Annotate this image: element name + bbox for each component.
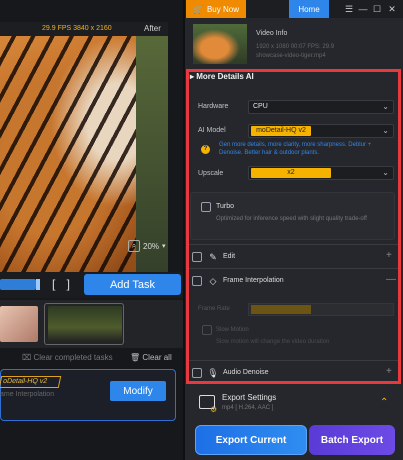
chevron-down-icon: ⌄ — [382, 168, 389, 177]
export-current-button[interactable]: Export Current — [195, 425, 307, 455]
fps-info: 29.9 FPS 3840 x 2160 — [42, 25, 112, 32]
turbo-description: Optimized for inference speed with sligh… — [216, 216, 367, 222]
hardware-label: Hardware — [198, 103, 229, 110]
expand-edit-icon[interactable]: + — [386, 250, 392, 261]
zoom-value: 20% — [143, 241, 160, 251]
zoom-control[interactable]: ⌕ 20% ▾ — [128, 240, 166, 252]
task-model-tag: oDetail-HQ v2 — [0, 376, 62, 388]
turbo-label: Turbo — [216, 203, 235, 210]
upscale-label: Upscale — [198, 170, 224, 177]
clear-all-button[interactable]: 🗑 Clear all — [130, 353, 172, 362]
frame-interpolation-checkbox[interactable] — [192, 276, 202, 286]
video-preview[interactable] — [0, 22, 168, 272]
edit-label: Edit — [223, 253, 236, 260]
playhead-handle[interactable] — [36, 279, 40, 290]
slow-motion-checkbox — [202, 325, 212, 335]
video-info-thumbnail — [193, 24, 247, 64]
collapse-frame-interpolation-icon[interactable]: — — [386, 274, 396, 285]
thumbnail-1[interactable] — [0, 306, 38, 342]
audio-denoise-checkbox[interactable] — [192, 368, 202, 378]
edit-checkbox[interactable] — [192, 252, 202, 262]
slow-motion-label: Slow Motion — [216, 327, 249, 333]
ai-model-select[interactable]: moDetail-HQ v2 ⌄ — [248, 124, 394, 138]
section-divider — [189, 244, 398, 245]
task-list-toolbar: ⌧ Clear completed tasks 🗑 Clear all — [0, 350, 183, 366]
frame-rate-select — [248, 303, 394, 316]
after-label: After — [144, 24, 161, 33]
batch-export-button[interactable]: Batch Export — [309, 425, 395, 455]
slow-motion-description: Slow motion will change the video durati… — [216, 339, 330, 345]
help-icon[interactable]: ? — [201, 145, 210, 154]
video-info-meta: 1920 x 1080 00:07 FPS: 29.9 — [256, 44, 335, 50]
zoom-icon[interactable]: ⌕ — [128, 240, 140, 252]
export-format: mp4 [ H.264, AAC ] — [222, 405, 274, 411]
task-subtitle: ame Interpolation — [0, 391, 55, 398]
modify-button[interactable]: Modify — [110, 381, 166, 401]
upscale-value: x2 — [251, 168, 331, 178]
export-settings-title[interactable]: Export Settings — [222, 393, 276, 402]
preview-info-bar: 29.9 FPS 3840 x 2160 After — [0, 22, 168, 36]
cart-icon: 🛒 — [193, 4, 203, 14]
video-info-file: showcase-video-tiger.mp4 — [256, 53, 326, 59]
audio-denoise-label: Audio Denoise — [223, 369, 269, 376]
preview-background — [136, 22, 168, 272]
chevron-down-icon: ⌄ — [382, 126, 389, 135]
more-details-header: ▸ More Details AI — [190, 72, 254, 81]
close-icon[interactable]: ✕ — [386, 3, 398, 15]
hardware-select[interactable]: CPU ⌄ — [248, 100, 394, 114]
chevron-down-icon: ⌄ — [382, 102, 389, 111]
section-divider — [189, 360, 398, 361]
section-divider — [189, 268, 398, 269]
ai-model-label: AI Model — [198, 127, 226, 134]
ai-model-hint: Gen more details, more clarity, more sha… — [219, 142, 372, 156]
menu-icon[interactable]: ☰ — [343, 3, 355, 15]
thumbnail-2[interactable] — [48, 306, 122, 342]
edit-icon: ✎ — [209, 252, 217, 262]
frame-interpolation-icon: ◇ — [209, 276, 217, 286]
gear-icon: ⚙ — [210, 405, 218, 414]
minimize-icon[interactable]: — — [357, 3, 369, 15]
home-button[interactable]: Home — [289, 0, 329, 18]
timeline-progress[interactable] — [0, 279, 36, 290]
ai-model-value: moDetail-HQ v2 — [251, 126, 311, 136]
clear-completed-button[interactable]: ⌧ Clear completed tasks — [22, 353, 113, 362]
upscale-select[interactable]: x2 ⌄ — [248, 166, 394, 180]
chevron-down-icon[interactable]: ▾ — [162, 242, 166, 250]
add-task-button[interactable]: Add Task — [84, 274, 181, 295]
chevron-up-icon[interactable]: ⌃ — [380, 397, 388, 408]
frame-rate-label: Frame Rate — [198, 306, 230, 312]
microphone-icon: 🎙 — [207, 368, 219, 378]
buy-now-button[interactable]: 🛒 Buy Now — [186, 0, 246, 18]
turbo-checkbox[interactable] — [201, 202, 211, 212]
video-info-title: Video Info — [256, 30, 288, 37]
maximize-icon[interactable]: ☐ — [371, 3, 383, 15]
app-window: 29.9 FPS 3840 x 2160 After ⌕ 20% ▾ [ ] A… — [0, 0, 403, 460]
expand-audio-denoise-icon[interactable]: + — [386, 366, 392, 377]
trim-brackets-icon[interactable]: [ ] — [52, 277, 74, 291]
frame-interpolation-label: Frame Interpolation — [223, 277, 284, 284]
